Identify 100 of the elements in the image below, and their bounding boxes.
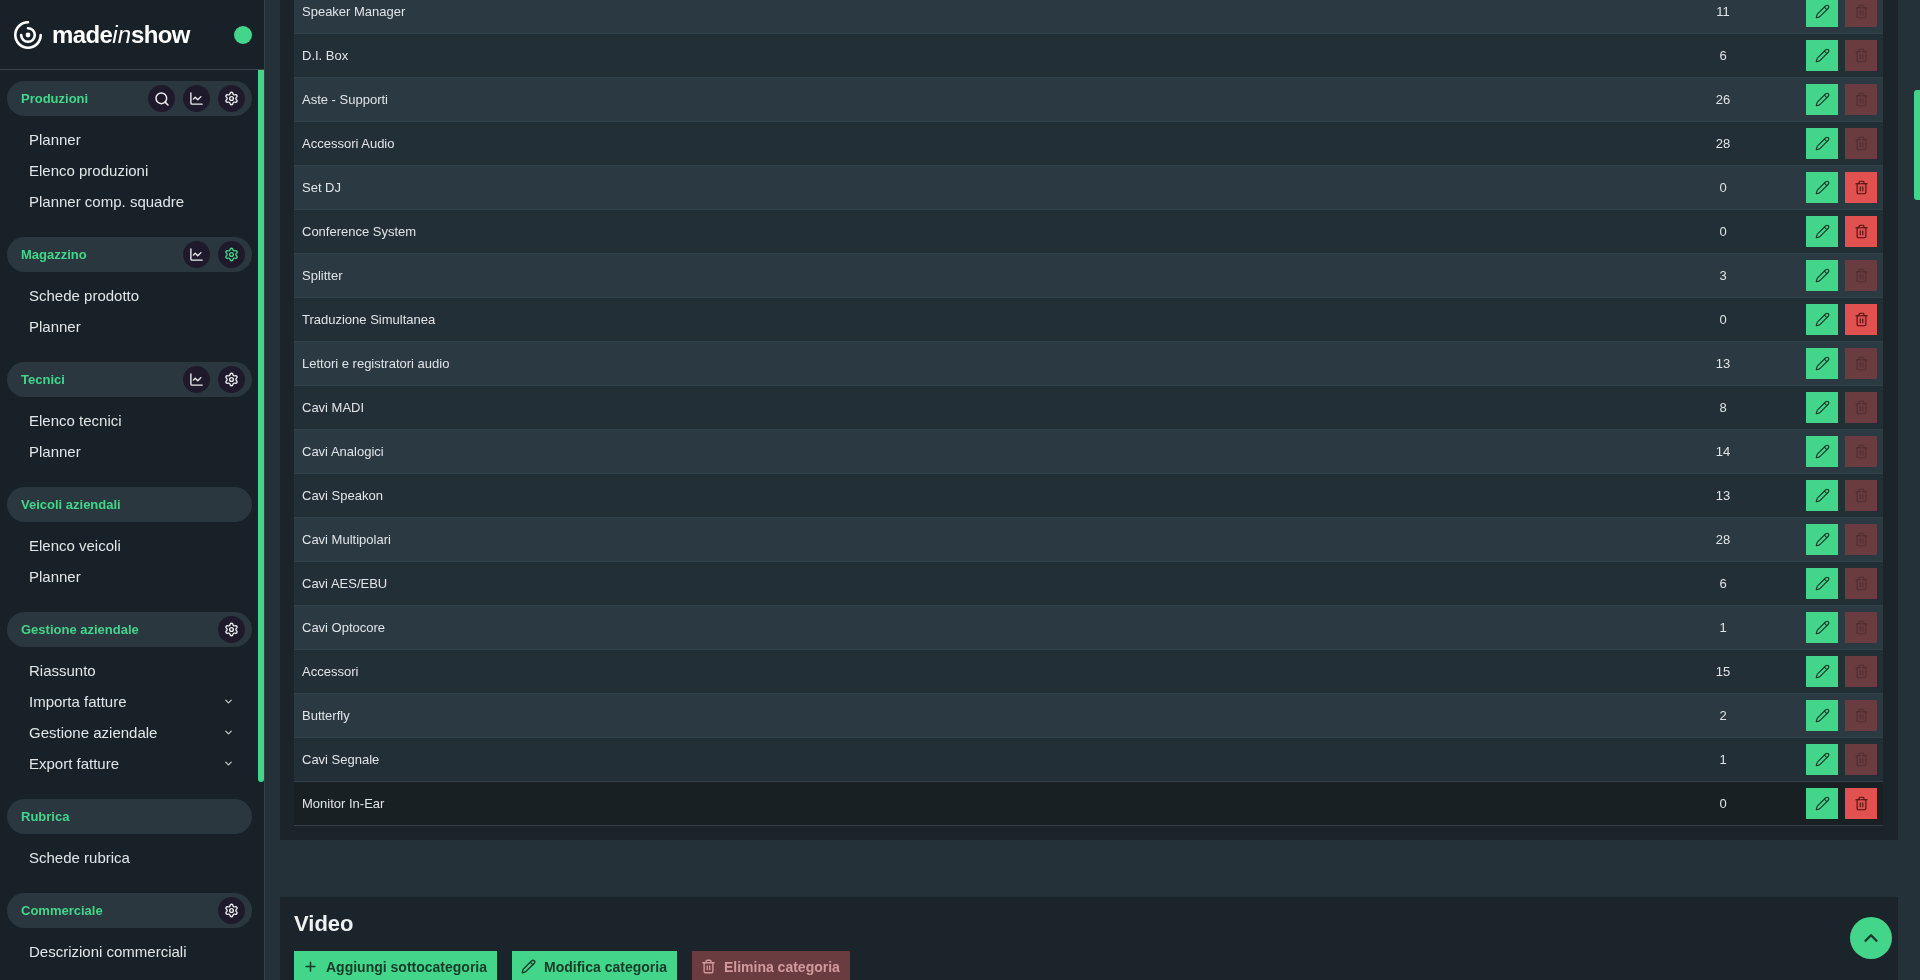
nav-item[interactable]: Schede rubrica [7,842,252,873]
trash-icon [1853,488,1869,503]
nav-item[interactable]: Elenco tecnici [7,405,252,436]
item-count: 0 [1719,180,1727,195]
edit-button[interactable] [1806,216,1838,247]
pencil-icon [1814,136,1830,151]
edit-button[interactable] [1806,480,1838,511]
pencil-icon [521,959,536,974]
pencil-icon [1814,312,1830,327]
nav-item[interactable]: Gestione aziendale [7,717,252,748]
item-count: 0 [1719,224,1727,239]
item-count: 6 [1719,48,1727,63]
settings-button[interactable] [218,241,245,268]
category-title: Video [294,910,354,938]
nav-item[interactable]: Planner comp. squadre [7,186,252,217]
category-name: Conference System [302,224,417,239]
settings-button[interactable] [218,897,245,924]
chart-button[interactable] [183,241,210,268]
scrollbar-thumb[interactable] [258,70,264,782]
section-title: Magazzino [21,247,87,262]
item-count: 8 [1719,400,1727,415]
nav-item[interactable]: Planner [7,311,252,342]
pencil-icon [1814,532,1830,547]
edit-button[interactable] [1806,612,1838,643]
nav-item[interactable]: Planner [7,436,252,467]
search-button[interactable] [148,85,175,112]
trash-icon [1853,48,1869,63]
category-name: Splitter [302,268,343,283]
nav-item[interactable]: Schede prodotto [7,280,252,311]
nav-item[interactable]: Importa fatture [7,686,252,717]
trash-icon [1853,224,1869,239]
nav-item[interactable]: Planner [7,124,252,155]
trash-icon [1853,444,1869,459]
scrollbar-thumb[interactable] [1914,90,1920,200]
item-count: 0 [1719,312,1727,327]
edit-button[interactable] [1806,84,1838,115]
pencil-icon [1814,48,1830,63]
category-name: Cavi MADI [302,400,365,415]
pencil-icon [1814,664,1830,679]
trash-icon [1853,796,1869,811]
delete-button[interactable] [1845,788,1877,819]
edit-button[interactable] [1806,568,1838,599]
plus-icon [303,959,318,974]
nav-item[interactable]: Planner [7,561,252,592]
category-name: Cavi Optocore [302,620,386,635]
delete-button[interactable] [1845,304,1877,335]
item-count: 26 [1715,92,1731,107]
item-count: 1 [1719,620,1727,635]
line-chart-icon [189,372,204,387]
edit-button[interactable] [1806,304,1838,335]
settings-icon [224,903,239,918]
nav-item[interactable]: Riassunto [7,655,252,686]
trash-icon [1853,136,1869,151]
settings-icon [224,91,239,106]
add-subcategory-button[interactable]: Aggiungi sottocategoria [294,951,497,980]
section-title: Gestione aziendale [21,622,139,637]
pencil-icon [1814,796,1830,811]
trash-icon [1853,752,1869,767]
edit-category-button[interactable]: Modifica categoria [512,951,677,980]
edit-button[interactable] [1806,0,1838,27]
category-name: Cavi Multipolari [302,532,391,547]
settings-icon [224,372,239,387]
nav-item[interactable]: Descrizioni commerciali [7,936,252,967]
settings-button[interactable] [218,366,245,393]
edit-button[interactable] [1806,392,1838,423]
edit-button[interactable] [1806,524,1838,555]
delete-button[interactable] [1845,216,1877,247]
edit-button[interactable] [1806,40,1838,71]
edit-button[interactable] [1806,700,1838,731]
chart-button[interactable] [183,85,210,112]
edit-button[interactable] [1806,348,1838,379]
pencil-icon [1814,4,1830,19]
trash-icon [1853,268,1869,283]
trash-icon [1853,532,1869,547]
category-name: Traduzione Simultanea [302,312,436,327]
chart-button[interactable] [183,366,210,393]
section-title: Rubrica [21,809,70,824]
item-count: 0 [1719,796,1727,811]
edit-button[interactable] [1806,744,1838,775]
edit-button[interactable] [1806,788,1838,819]
category-name: Cavi AES/EBU [302,576,388,591]
category-name: Cavi Segnale [302,752,380,767]
category-name: Aste - Supporti [302,92,388,107]
settings-button[interactable] [218,616,245,643]
settings-button[interactable] [218,85,245,112]
search-icon [153,90,170,107]
logo-icon [14,20,42,49]
item-count: 6 [1719,576,1727,591]
logo-text: madeinshow [52,20,190,49]
edit-button[interactable] [1806,656,1838,687]
edit-button[interactable] [1806,128,1838,159]
trash-icon [700,959,716,974]
nav-item[interactable]: Elenco produzioni [7,155,252,186]
edit-button[interactable] [1806,172,1838,203]
edit-button[interactable] [1806,260,1838,291]
delete-button[interactable] [1845,172,1877,203]
nav-item[interactable]: Elenco veicoli [7,530,252,561]
section-title: Produzioni [21,91,89,106]
nav-item[interactable]: Export fatture [7,748,252,779]
edit-button[interactable] [1806,436,1838,467]
